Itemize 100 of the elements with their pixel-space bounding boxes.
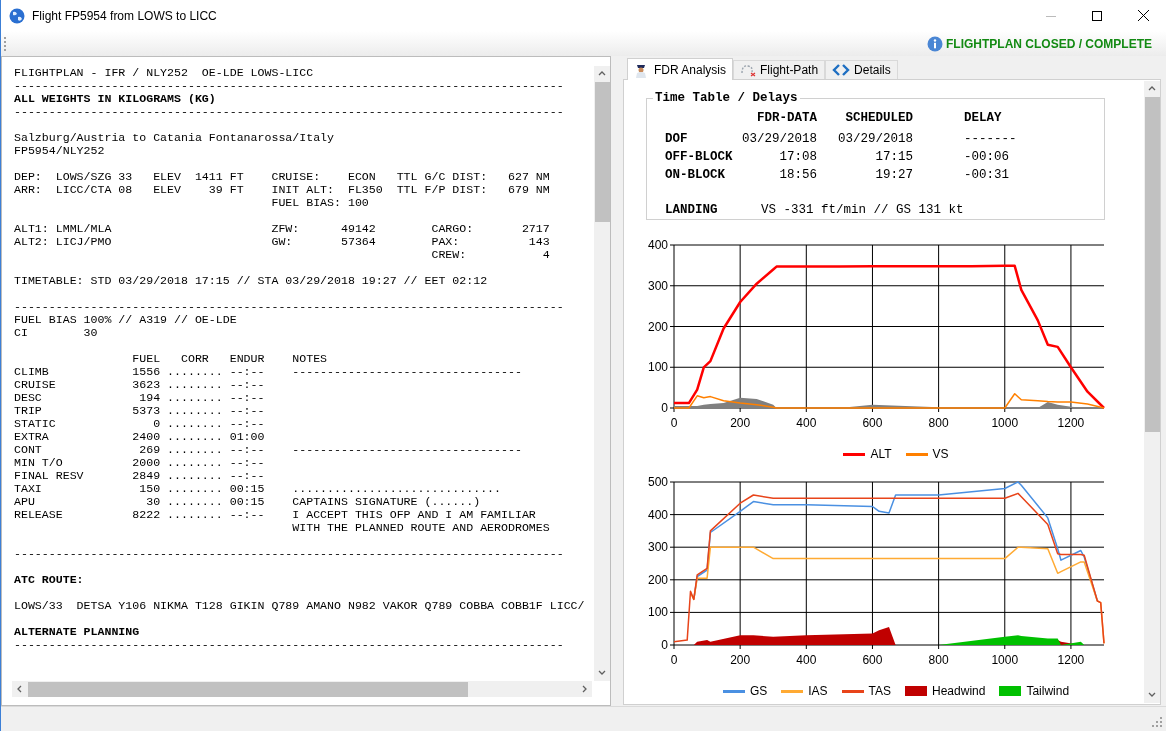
plan-text-line: STATIC 0 ........ --:--	[14, 417, 265, 430]
close-icon	[1137, 10, 1149, 21]
group-title: Time Table / Delays	[654, 90, 799, 107]
axis-tick-label: 200	[730, 416, 751, 428]
axis-tick-label: 0	[661, 401, 668, 415]
status-text: FLIGHTPLAN CLOSED / COMPLETE	[946, 35, 1152, 53]
plan-text-line: CRUISE 3623 ........ --:--	[14, 378, 265, 391]
axis-tick-label: 1000	[991, 416, 1019, 428]
axis-tick-label: 100	[647, 605, 668, 620]
axis-tick-label: 200	[730, 653, 751, 665]
plan-text-line: CREW: 4	[430, 248, 550, 261]
column-header: FDR-DATA	[756, 109, 817, 127]
grip-icon[interactable]	[4, 35, 7, 52]
legend-label: Headwind	[932, 683, 986, 700]
column-header: DELAY	[963, 109, 1003, 127]
plan-text-line: -------------------------------------------------------------------------------	[14, 638, 564, 651]
dotted-path-icon	[740, 63, 757, 77]
table-cell-text: 03/29/2018	[741, 130, 817, 148]
axis-tick-label: 800	[928, 416, 949, 428]
legend-label: Tailwind	[1026, 683, 1070, 700]
plan-text-line: CONT 269 ........ --:-- ---------------------------------	[14, 443, 522, 456]
plan-text-line: TIMETABLE: STD 03/29/2018 17:15 // STA 03/29/2018 19:27 // EET 02:12	[14, 274, 488, 287]
axis-tick-label: 0	[670, 416, 678, 428]
plan-text-line: FUEL CORR ENDUR NOTES	[131, 352, 328, 365]
legend-label: VS	[932, 446, 949, 463]
table-cell-text: 18:56	[778, 166, 817, 184]
vertical-scrollbar[interactable]	[594, 66, 610, 681]
column-header: SCHEDULED	[844, 109, 913, 127]
axis-tick-label: 300	[647, 278, 668, 293]
scrollbar-thumb[interactable]	[28, 681, 468, 697]
vertical-scrollbar[interactable]	[1144, 81, 1160, 703]
axis-tick-label: 400	[796, 653, 817, 665]
legend-label: GS	[749, 683, 768, 700]
plan-text-line: RELEASE 8222 ........ --:-- I ACCEPT THIS OFP AND I AM FAMILIAR	[14, 508, 536, 521]
tab[interactable]: FDR Analysis	[627, 58, 734, 80]
legend-label: IAS	[808, 683, 828, 700]
axis-tick-label: 300	[647, 540, 668, 555]
info-icon	[927, 35, 943, 52]
plan-text-line: EXTRA 2400 ........ 01:00	[14, 430, 265, 443]
plan-text-line: LOWS/33 DETSA Y106 NIKMA T128 GIKIN Q789 AMANO N982 VAKOR Q789 COBBA COBB1F LICC/	[14, 599, 585, 612]
row-label: OFF-BLOCK	[665, 148, 734, 166]
window-title: Flight FP5954 from LOWS to LICC	[32, 7, 217, 25]
row-label: DOF	[665, 130, 689, 148]
plan-text-line: -------------------------------------------------------------------------------	[14, 300, 564, 313]
scrollbar-thumb[interactable]	[594, 82, 610, 222]
legend-line-icon	[722, 689, 745, 693]
scrollbar-thumb[interactable]	[1144, 97, 1160, 432]
table-cell-text: -00:31	[963, 166, 1010, 184]
axis-tick-label: 0	[670, 653, 678, 665]
legend-line-icon	[843, 452, 866, 456]
maximize-icon	[1092, 10, 1102, 21]
table-cell-text: -00:06	[963, 148, 1010, 166]
plan-text-line: CLIMB 1556 ........ --:-- ---------------------------------	[14, 365, 522, 378]
axis-tick-label: 500	[647, 475, 668, 489]
horizontal-scrollbar[interactable]	[12, 681, 592, 697]
plan-text-line: ALT1: LMML/MLA ZFW: 49142 CARGO: 2717	[14, 222, 550, 235]
plan-heading: ALTERNATE PLANNING	[14, 625, 140, 638]
plan-text-line: ALT2: LICJ/PMO GW: 57364 PAX: 143	[14, 235, 550, 248]
plan-text-line: Salzburg/Austria to Catania Fontanarossa/Italy	[14, 131, 335, 144]
plan-text-line: FLIGHTPLAN - IFR / NLY252 OE-LDE LOWS-LICC	[14, 66, 314, 79]
axis-tick-label: 1200	[1057, 653, 1085, 665]
legend-swatch-icon	[999, 686, 1022, 696]
resize-grip-icon[interactable]	[1151, 716, 1163, 728]
table-cell-text: 17:08	[778, 148, 817, 166]
plan-text-line: FUEL BIAS 100% // A319 // OE-LDE	[14, 313, 237, 326]
plan-text-line: -------------------------------------------------------------------------------	[14, 547, 564, 560]
axis-tick-label: 100	[647, 360, 668, 375]
legend-line-icon	[905, 452, 928, 456]
plan-text-line: FP5954/NLY252	[14, 144, 105, 157]
plan-text-line: MIN T/O 2000 ........ --:--	[14, 456, 265, 469]
tab[interactable]: Details	[825, 60, 898, 79]
plan-text-line: FINAL RESV 2849 ........ --:--	[14, 469, 265, 482]
landing-value: VS -331 ft/min // GS 131 kt	[761, 201, 964, 219]
plan-text-line: APU 30 ........ 00:15 CAPTAINS SIGNATURE (......)	[14, 495, 481, 508]
code-brackets-icon	[832, 64, 851, 76]
plan-text-line: DEP: LOWS/SZG 33 ELEV 1411 FT CRUISE: ECON TTL G/C DIST: 627 NM	[14, 170, 550, 183]
row-label: ON-BLOCK	[665, 166, 726, 184]
plan-text-line: TRIP 5373 ........ --:--	[14, 404, 265, 417]
legend-line-icon	[841, 689, 864, 693]
tab[interactable]: Flight-Path	[733, 60, 826, 79]
table-cell-text: -------	[963, 130, 1018, 148]
axis-tick-label: 400	[647, 507, 668, 522]
table-cell-text: 03/29/2018	[837, 130, 913, 148]
globe-icon	[9, 7, 25, 24]
plan-text-line: TAXI 150 ........ 00:15 ..............................	[14, 482, 502, 495]
plan-text-line: -------------------------------------------------------------------------------	[14, 105, 564, 118]
axis-tick-label: 400	[796, 416, 817, 428]
axis-tick-label: 400	[647, 238, 668, 252]
axis-tick-label: 0	[661, 638, 668, 652]
plan-text-line: DESC 194 ........ --:--	[14, 391, 265, 404]
plan-text-line: ARR: LICC/CTA 08 ELEV 39 FT INIT ALT: FL350 TTL F/P DIST: 679 NM	[14, 183, 550, 196]
axis-tick-label: 600	[862, 653, 883, 665]
axis-tick-label: 1000	[991, 653, 1019, 665]
legend-line-icon	[781, 689, 804, 693]
axis-tick-label: 1200	[1057, 416, 1085, 428]
plan-heading: ALL WEIGHTS IN KILOGRAMS (KG)	[14, 92, 216, 105]
axis-tick-label: 200	[647, 572, 668, 587]
plan-text-line: CI 30	[14, 326, 98, 339]
plan-text-line: FUEL BIAS: 100	[270, 196, 369, 209]
plan-text-line: WITH THE PLANNED ROUTE AND AERODROMES	[291, 521, 550, 534]
